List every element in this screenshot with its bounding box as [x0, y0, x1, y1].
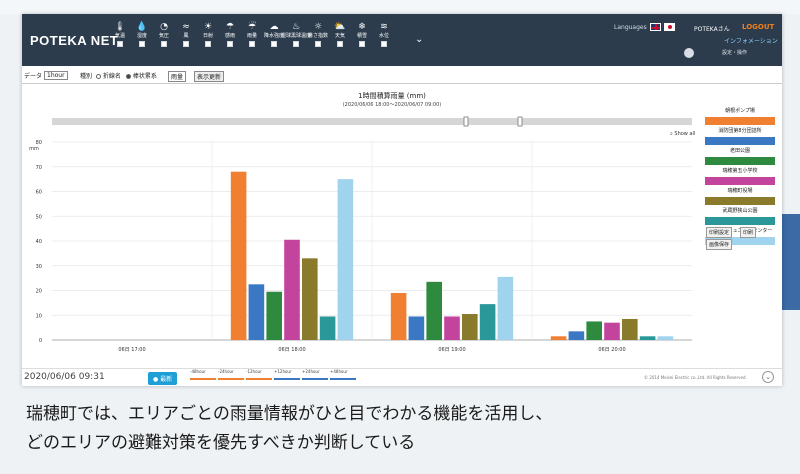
timeline-step[interactable]: -24hour: [218, 369, 234, 374]
timeline-bar: [302, 378, 328, 380]
save-image-button[interactable]: 画像保存: [706, 239, 733, 250]
bar: [568, 331, 585, 340]
timeline-bar: [190, 378, 216, 380]
copyright: © 2014 Meisei Electric co.,Ltd. All Righ…: [644, 375, 747, 380]
y-tick-label: 40: [36, 239, 42, 245]
caption-line-2: どのエリアの避難対策を優先すべきか判断している: [26, 433, 416, 453]
bar: [408, 316, 425, 340]
legend-swatch: [705, 117, 775, 125]
legend-label: 消防団第8分団詰所: [718, 128, 762, 134]
legend-item[interactable]: 瑞穂町役場: [705, 187, 775, 207]
timeline-bar: [246, 378, 272, 380]
bar: [337, 179, 354, 340]
bar: [550, 336, 567, 340]
latest-button[interactable]: ● 最新: [148, 372, 178, 385]
caption-line-1: 瑞穂町では、エリアごとの雨量情報がひと目でわかる機能を活用し、: [26, 404, 553, 424]
print-settings-button[interactable]: 印刷設定: [706, 227, 733, 238]
bar: [639, 336, 656, 340]
legend-item[interactable]: 老田公園: [705, 147, 775, 167]
y-axis-label: mm: [29, 146, 39, 152]
y-tick-label: 60: [36, 190, 42, 196]
timeline-step[interactable]: +24hour: [302, 369, 320, 374]
clock-icon: ●: [153, 376, 159, 383]
legend-label: 瑞穂第五小学校: [722, 168, 758, 174]
legend-swatch: [705, 197, 775, 205]
bar: [604, 322, 620, 340]
bar: [302, 258, 318, 340]
x-tick-label: 06日 17:00: [118, 347, 145, 353]
bar: [462, 314, 478, 340]
bar: [266, 291, 282, 340]
timeline-bar: [274, 378, 300, 380]
timeline-step[interactable]: +12hour: [274, 369, 292, 374]
legend-swatch: [705, 177, 775, 185]
side-tab: [781, 214, 800, 310]
legend-swatch: [705, 137, 775, 145]
legend-label: 瑞穂町役場: [727, 188, 753, 194]
y-tick-label: 0: [39, 338, 42, 344]
legend-swatch: [705, 217, 775, 225]
range-handle-left: [463, 116, 469, 127]
legend-item[interactable]: 消防団第8分団詰所: [705, 127, 775, 147]
timeline-bar: [330, 378, 356, 380]
legend-label: 朝根ポンプ場: [725, 108, 755, 114]
legend-label: 老田公園: [729, 148, 750, 154]
legend-item[interactable]: 瑞穂第五小学校: [705, 167, 775, 187]
x-tick-label: 06日 18:00: [278, 347, 305, 353]
bar: [444, 316, 460, 340]
y-tick-label: 20: [36, 289, 42, 295]
app-window: POTEKA NET 🌡 気温 💧 湿度 ◔ 気圧 ≈ 風 ☀ 日射 ☂ 感雨 ☔ 雨量 ☁ 降水強度 ♨ 湿球黒…: [22, 14, 782, 386]
timeline-step[interactable]: -48hour: [190, 369, 206, 374]
legend-label: 武蔵野狭山公園: [722, 208, 758, 214]
legend-item[interactable]: 武蔵野狭山公園: [705, 207, 775, 227]
print-button[interactable]: 印刷: [740, 227, 757, 238]
bar: [497, 276, 514, 340]
bar: [319, 316, 336, 340]
bar: [284, 239, 300, 340]
y-tick-label: 10: [36, 313, 42, 319]
timeline-bar: [218, 378, 244, 380]
x-tick-label: 06日 19:00: [438, 347, 465, 353]
bar: [426, 281, 442, 340]
bar: [586, 321, 602, 340]
y-tick-label: 50: [36, 214, 42, 220]
bar: [622, 318, 638, 340]
bar: [248, 284, 265, 340]
chart-legend: 朝根ポンプ場消防団第8分団詰所老田公園瑞穂第五小学校瑞穂町役場武蔵野狭山公園元狭…: [705, 107, 775, 247]
legend-item[interactable]: 朝根ポンプ場: [705, 107, 775, 127]
scroll-down-icon[interactable]: ⌄: [762, 371, 774, 383]
top-decoration-strip: [0, 0, 800, 14]
rainfall-bar-chart: 01020304050607080mm06日 17:00 06日 18:00 06日…: [29, 116, 692, 353]
bar: [657, 336, 674, 340]
bottom-bar: 2020/06/06 09:31 ● 最新 -48hour -24hour -12h…: [22, 368, 782, 386]
legend-swatch: [705, 157, 775, 165]
current-datetime: 2020/06/06 09:31: [24, 372, 105, 382]
caption: 瑞穂町では、エリアごとの雨量情報がひと目でわかる機能を活用し、 どのエリアの避難…: [26, 400, 552, 458]
bar: [479, 304, 496, 340]
screenshot-background: POTEKA NET 🌡 気温 💧 湿度 ◔ 気圧 ≈ 風 ☀ 日射 ☂ 感雨 ☔ 雨量 ☁ 降水強度 ♨ 湿球黒…: [0, 0, 800, 474]
y-tick-label: 70: [36, 165, 42, 171]
y-tick-label: 30: [36, 264, 42, 270]
timeline-step[interactable]: +48hour: [330, 369, 348, 374]
timeline-step[interactable]: -12hour: [246, 369, 262, 374]
range-navigator: [52, 118, 692, 125]
bar: [390, 292, 407, 340]
range-handle-right: [517, 116, 523, 127]
bar: [230, 171, 247, 340]
x-tick-label: 06日 20:00: [598, 347, 625, 353]
